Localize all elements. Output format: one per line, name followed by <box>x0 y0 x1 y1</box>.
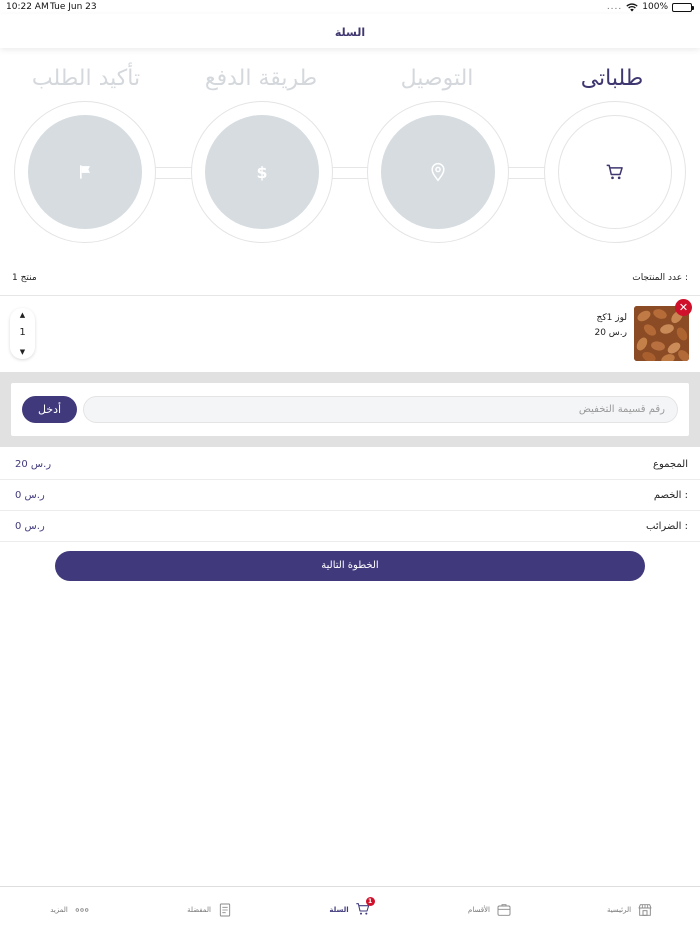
apply-coupon-button[interactable]: أدخل <box>22 396 77 423</box>
tab-categories-label: الأقسام <box>468 906 490 914</box>
step-orders[interactable] <box>544 101 686 243</box>
product-name: لوز 1كج <box>596 313 627 323</box>
step-confirm[interactable] <box>14 101 156 243</box>
coupon-input[interactable] <box>83 396 678 423</box>
flag-icon <box>80 165 90 179</box>
navigation-bar: السلة <box>0 14 700 48</box>
location-pin-icon <box>431 162 445 182</box>
step-title-confirm: تأكيد الطلب <box>31 66 141 91</box>
status-bar: 10:22 AM Tue Jun 23 .... 100% <box>0 0 700 14</box>
tax-value: 0 ر.س <box>15 521 45 532</box>
store-icon <box>638 904 652 916</box>
tab-bar: الرئيسية الأقسام 1 السلة المفضلة المزيد <box>0 886 700 934</box>
tab-home[interactable]: الرئيسية <box>560 895 700 925</box>
status-time: 10:22 AM <box>6 2 49 12</box>
cart-item: ✕ لوز 1كج 20 ر.س ▲ 1 ▼ <box>0 296 700 372</box>
document-icon <box>219 903 231 917</box>
step-circle-active <box>558 115 672 229</box>
step-delivery[interactable] <box>367 101 509 243</box>
next-step-button[interactable]: الخطوة التالية <box>55 551 645 581</box>
summary-total-row: المجموع 20 ر.س <box>0 449 700 480</box>
total-label: المجموع <box>653 459 688 470</box>
cart-badge: 1 <box>365 897 375 906</box>
tab-favorites[interactable]: المفضلة <box>140 895 280 925</box>
step-title-orders: طلباتى <box>580 66 644 91</box>
product-count-label: عدد المنتجات : <box>632 273 688 283</box>
signal-dots-icon: .... <box>606 2 623 12</box>
tab-cart[interactable]: 1 السلة <box>280 895 420 925</box>
tax-label: الضرائب : <box>646 521 688 532</box>
coupon-card: أدخل <box>11 383 689 436</box>
status-indicators: .... 100% <box>606 2 694 12</box>
tab-cart-label: السلة <box>329 906 349 914</box>
dollar-icon: $ <box>256 163 267 182</box>
summary-tax-row: الضرائب : 0 ر.س <box>0 511 700 542</box>
discount-label: الخصم : <box>653 490 688 501</box>
step-title-payment: طريقة الدفع <box>204 66 318 91</box>
tab-more[interactable]: المزيد <box>0 895 140 925</box>
decrease-quantity-button[interactable]: ▼ <box>10 348 35 356</box>
battery-icon <box>672 2 694 12</box>
cart-icon <box>606 164 623 180</box>
tab-more-label: المزيد <box>50 906 68 914</box>
increase-quantity-button[interactable]: ▲ <box>10 311 35 319</box>
coupon-section: أدخل <box>0 372 700 447</box>
categories-icon <box>497 904 511 916</box>
step-payment[interactable]: $ <box>191 101 333 243</box>
remove-item-button[interactable]: ✕ <box>675 299 692 316</box>
quantity-value: 1 <box>19 327 26 338</box>
step-circle-inactive <box>381 115 495 229</box>
more-dots-icon <box>75 908 89 912</box>
svg-text:$: $ <box>256 163 267 182</box>
tab-favorites-label: المفضلة <box>187 906 211 914</box>
total-value: 20 ر.س <box>15 459 52 470</box>
quantity-stepper: ▲ 1 ▼ <box>10 308 35 359</box>
cart-tab-icon-wrap: 1 <box>355 897 375 919</box>
product-count-row: عدد المنتجات : 1 منتج <box>0 273 700 289</box>
status-date: Tue Jun 23 <box>50 2 97 12</box>
product-price: 20 ر.س <box>594 328 627 338</box>
battery-percent: 100% <box>642 2 668 12</box>
tab-categories[interactable]: الأقسام <box>420 895 560 925</box>
discount-value: 0 ر.س <box>15 490 45 501</box>
step-circle-inactive: $ <box>205 115 319 229</box>
wifi-icon <box>626 2 638 11</box>
summary-discount-row: الخصم : 0 ر.س <box>0 480 700 511</box>
tab-home-label: الرئيسية <box>606 906 632 914</box>
step-circle-inactive <box>28 115 142 229</box>
step-title-delivery: التوصيل <box>400 66 474 91</box>
product-count-value: 1 منتج <box>12 273 37 283</box>
page-title: السلة <box>334 26 366 39</box>
